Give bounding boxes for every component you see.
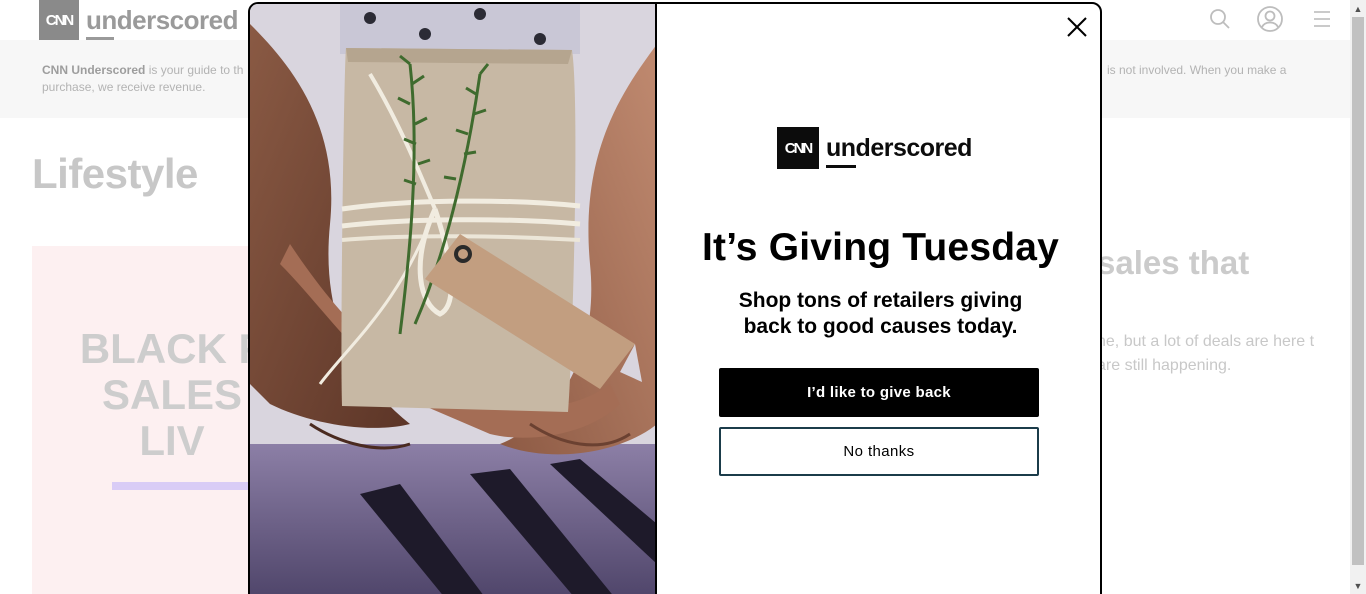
page-title: Lifestyle: [32, 150, 198, 197]
no-thanks-button[interactable]: No thanks: [719, 427, 1039, 476]
hero-text: BLACK F SALES LIV: [79, 325, 262, 464]
article-description: ne, but a lot of deals are here t are st…: [1097, 333, 1315, 374]
scroll-down-arrow-icon[interactable]: ▼: [1350, 577, 1366, 594]
menu-icon[interactable]: [1312, 10, 1332, 28]
disclosure-text: CNN Underscored is your guide to th purc…: [42, 63, 244, 94]
scroll-up-arrow-icon[interactable]: ▲: [1350, 0, 1366, 17]
modal-subheadline: Shop tons of retailers giving back to go…: [738, 289, 1023, 338]
article-title[interactable]: sales that: [1097, 244, 1249, 282]
modal-logo: CNN underscored: [777, 127, 972, 169]
give-back-button[interactable]: I’d like to give back: [719, 368, 1039, 417]
cnn-logo-mark: CNN: [39, 0, 79, 40]
gift-photo: [250, 4, 657, 594]
account-icon[interactable]: [1256, 5, 1284, 33]
logo-wordmark: underscored: [826, 134, 972, 168]
giving-tuesday-modal: CNN underscored It’s Giving Tuesday Shop…: [248, 2, 1102, 594]
logo-wordmark: underscored: [86, 5, 239, 40]
modal-headline: It’s Giving Tuesday: [701, 226, 1060, 269]
search-icon[interactable]: [1208, 6, 1232, 32]
cnn-logo-mark: CNN: [777, 127, 819, 169]
hero-image[interactable]: BLACK F SALES LIV: [32, 246, 262, 594]
page-scrollbar[interactable]: ▲ ▼: [1350, 0, 1366, 594]
close-icon[interactable]: [1066, 16, 1088, 38]
disclosure-text-right: is not involved. When you make a: [1107, 63, 1287, 77]
scrollbar-thumb[interactable]: [1352, 17, 1364, 565]
hero-accent-bar: [112, 482, 262, 490]
site-logo[interactable]: CNN underscored: [39, 0, 239, 40]
